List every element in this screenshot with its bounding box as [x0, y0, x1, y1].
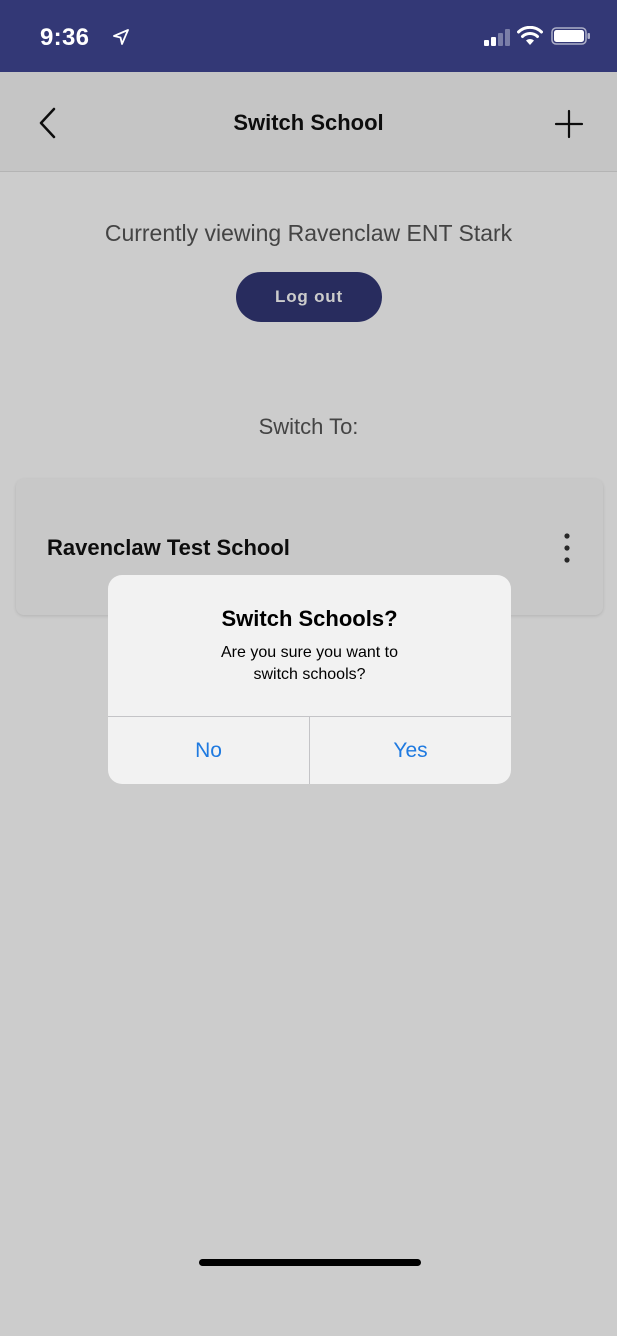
battery-icon [551, 27, 590, 45]
signal-icon [484, 29, 510, 46]
alert-message: Are you sure you want to switch schools? [178, 642, 441, 686]
switch-schools-alert: Switch Schools? Are you sure you want to… [108, 575, 511, 784]
alert-message-line-2: switch schools? [253, 666, 366, 683]
alert-title: Switch Schools? [221, 606, 398, 631]
status-bar: 9:36 [0, 0, 617, 72]
alert-message-line-1: Are you sure you want to [221, 644, 398, 661]
wifi-icon [517, 26, 543, 45]
home-indicator[interactable] [199, 1259, 421, 1266]
location-arrow-icon [113, 29, 129, 45]
no-button[interactable]: No [108, 717, 309, 784]
status-time: 9:36 [40, 24, 90, 51]
yes-button[interactable]: Yes [310, 717, 511, 784]
